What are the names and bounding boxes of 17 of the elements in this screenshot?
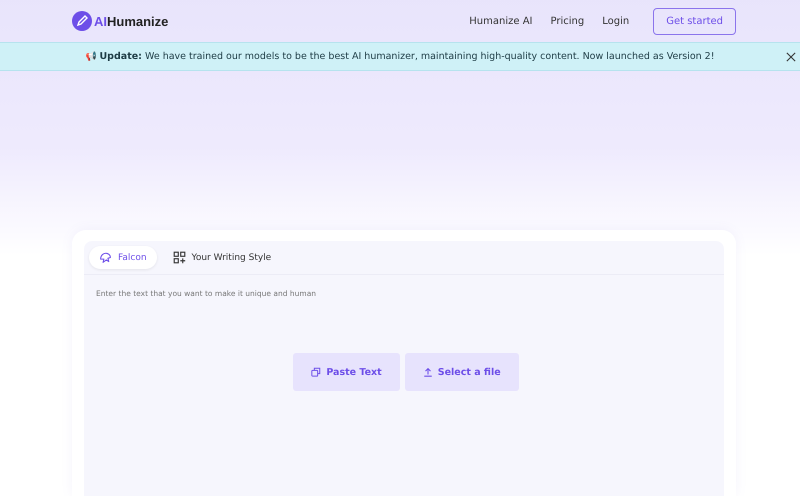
copy-icon bbox=[311, 367, 322, 377]
action-button[interactable]: Paste Text bbox=[293, 353, 400, 391]
upload-icon bbox=[422, 367, 433, 377]
announcement-text: Update: We have trained our models to be the best AI humanizer, maintaining high-quality content. Now launched as Version 2! bbox=[99, 51, 715, 62]
close-icon[interactable] bbox=[786, 52, 796, 62]
megaphone-icon: 📢 bbox=[85, 51, 96, 62]
grid-plus-icon bbox=[172, 251, 186, 264]
nav-link[interactable]: Pricing bbox=[550, 16, 584, 26]
nav-link[interactable]: Humanize AI bbox=[469, 16, 532, 26]
action-button[interactable]: Select a file bbox=[404, 353, 519, 391]
nav-link[interactable]: Login bbox=[602, 16, 630, 26]
bird-icon bbox=[99, 251, 112, 264]
logo-text[interactable]: AIHumanize bbox=[94, 14, 168, 28]
mode-tab[interactable]: Your Writing Style bbox=[162, 246, 282, 269]
get-started-button[interactable]: Get started bbox=[653, 8, 736, 34]
pen-logo-icon bbox=[72, 11, 92, 31]
mode-tab[interactable]: Falcon bbox=[89, 246, 157, 269]
